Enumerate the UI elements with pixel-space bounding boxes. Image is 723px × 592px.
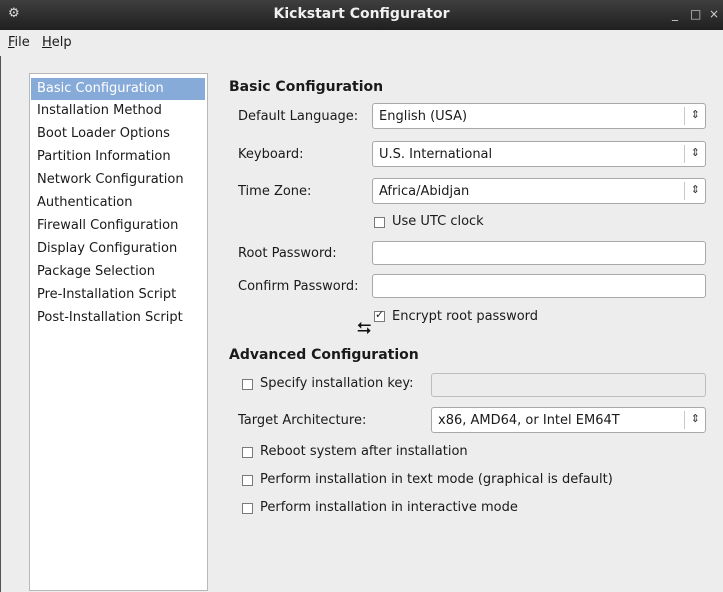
interactive-mode-installation-checkbox[interactable]	[242, 503, 253, 514]
updown-arrow-icon: ⇕	[690, 412, 700, 425]
combo-separator	[684, 182, 685, 200]
combo-separator	[684, 107, 685, 125]
sidebar-item-partition-information[interactable]: Partition Information	[31, 146, 205, 168]
time-zone-label: Time Zone:	[238, 184, 312, 199]
sidebar-item-post-installation-script[interactable]: Post-Installation Script	[31, 307, 205, 329]
root-password-label: Root Password:	[238, 246, 337, 261]
target-architecture-label: Target Architecture:	[238, 413, 367, 428]
menu-help-label: elp	[51, 35, 72, 50]
reboot-after-installation-checkbox[interactable]	[242, 447, 253, 458]
confirm-password-label: Confirm Password:	[238, 279, 359, 294]
default-language-value: English (USA)	[379, 109, 468, 124]
specify-installation-key-label[interactable]: Specify installation key:	[260, 376, 414, 391]
close-icon[interactable]: ×	[709, 7, 719, 21]
menu-file-label: ile	[14, 35, 30, 50]
time-zone-combo[interactable]: Africa/Abidjan ⇕	[372, 178, 706, 204]
encrypt-root-password-label[interactable]: Encrypt root password	[392, 309, 538, 324]
use-utc-clock-label[interactable]: Use UTC clock	[392, 214, 484, 229]
sidebar-item-firewall-configuration[interactable]: Firewall Configuration	[31, 215, 205, 237]
menu-help-mnemonic: H	[42, 35, 52, 50]
interactive-mode-installation-label[interactable]: Perform installation in interactive mode	[260, 500, 518, 515]
window-title: Kickstart Configurator	[273, 6, 450, 22]
maximize-icon[interactable]: □	[690, 7, 701, 21]
installation-key-field[interactable]	[431, 373, 706, 397]
text-mode-installation-checkbox[interactable]	[242, 475, 253, 486]
updown-arrow-icon: ⇕	[690, 183, 700, 196]
sidebar-item-display-configuration[interactable]: Display Configuration	[31, 238, 205, 260]
use-utc-clock-checkbox[interactable]	[374, 217, 385, 228]
sidebar-item-installation-method[interactable]: Installation Method	[31, 100, 205, 122]
window-titlebar[interactable]: ⚙ Kickstart Configurator _ □ ×	[0, 0, 723, 30]
sidebar-item-boot-loader-options[interactable]: Boot Loader Options	[31, 123, 205, 145]
combo-separator	[684, 145, 685, 163]
root-password-field[interactable]	[372, 241, 706, 265]
keyboard-value: U.S. International	[379, 147, 493, 162]
default-language-combo[interactable]: English (USA) ⇕	[372, 103, 706, 129]
sidebar-item-package-selection[interactable]: Package Selection	[31, 261, 205, 283]
updown-arrow-icon: ⇕	[690, 108, 700, 121]
keyboard-combo[interactable]: U.S. International ⇕	[372, 141, 706, 167]
mouse-pointer-icon: ⮀	[357, 318, 372, 339]
keyboard-label: Keyboard:	[238, 147, 304, 162]
advanced-configuration-heading: Advanced Configuration	[229, 347, 419, 363]
menu-help[interactable]: Help	[42, 35, 72, 50]
confirm-password-field[interactable]	[372, 274, 706, 298]
encrypt-root-password-checkbox[interactable]	[374, 308, 385, 322]
target-architecture-value: x86, AMD64, or Intel EM64T	[438, 413, 620, 428]
menu-file[interactable]: File	[8, 35, 30, 50]
sidebar-nav: Basic Configuration Installation Method …	[29, 73, 208, 591]
sidebar-item-pre-installation-script[interactable]: Pre-Installation Script	[31, 284, 205, 306]
minimize-icon[interactable]: _	[672, 7, 678, 21]
sidebar-item-network-configuration[interactable]: Network Configuration	[31, 169, 205, 191]
updown-arrow-icon: ⇕	[690, 146, 700, 159]
basic-configuration-heading: Basic Configuration	[229, 79, 384, 95]
combo-separator	[684, 411, 685, 429]
sidebar-item-authentication[interactable]: Authentication	[31, 192, 205, 214]
time-zone-value: Africa/Abidjan	[379, 184, 470, 199]
target-architecture-combo[interactable]: x86, AMD64, or Intel EM64T ⇕	[431, 407, 706, 433]
specify-installation-key-checkbox[interactable]	[242, 379, 253, 390]
menubar: File Help	[0, 30, 723, 56]
sidebar-item-basic-configuration[interactable]: Basic Configuration	[31, 78, 205, 100]
text-mode-installation-label[interactable]: Perform installation in text mode (graph…	[260, 472, 613, 487]
reboot-after-installation-label[interactable]: Reboot system after installation	[260, 444, 468, 459]
default-language-label: Default Language:	[238, 109, 359, 124]
window-border	[0, 56, 1, 592]
